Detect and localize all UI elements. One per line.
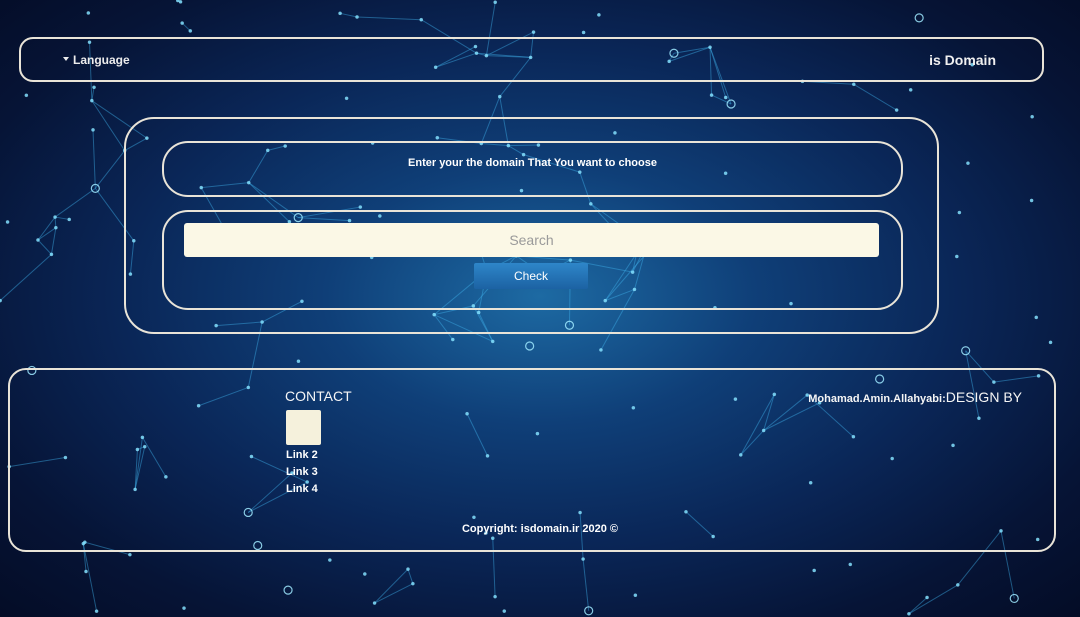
navbar: Language is Domain (19, 37, 1044, 82)
caret-down-icon (63, 57, 69, 61)
brand-logo-text[interactable]: is Domain (929, 52, 996, 68)
contact-link-image[interactable] (286, 410, 321, 445)
designer-credit: Mohamad.Amin.Allahyabi:DESIGN BY (808, 389, 1022, 405)
designer-name: Mohamad.Amin.Allahyabi: (808, 393, 946, 405)
search-input[interactable] (184, 223, 879, 257)
check-button[interactable]: Check (474, 263, 588, 289)
language-label: Language (73, 53, 130, 67)
contact-heading: CONTACT (285, 388, 352, 404)
footer-link-4[interactable]: Link 4 (286, 483, 318, 495)
designer-label: DESIGN BY (945, 389, 1022, 405)
footer-link-3[interactable]: Link 3 (286, 466, 318, 478)
prompt-box: Enter your the domain That You want to c… (162, 141, 903, 197)
footer-link-2[interactable]: Link 2 (286, 449, 318, 461)
search-prompt: Enter your the domain That You want to c… (408, 157, 657, 169)
language-dropdown[interactable]: Language (63, 53, 130, 67)
copyright-text: Copyright: isdomain.ir 2020 © (461, 523, 619, 535)
